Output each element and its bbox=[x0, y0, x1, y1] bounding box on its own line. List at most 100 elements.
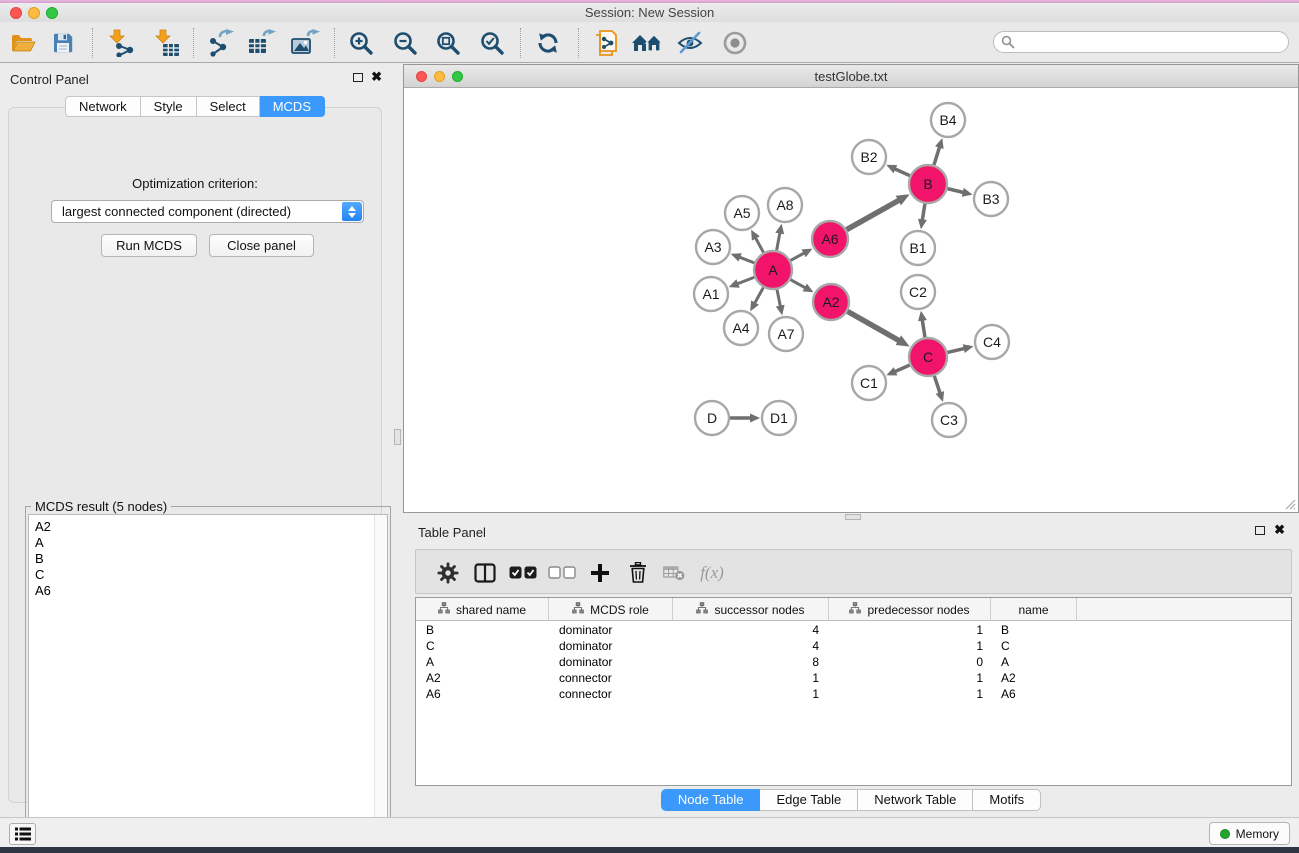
zoom-selected-icon[interactable] bbox=[473, 26, 511, 60]
node-A[interactable]: A bbox=[754, 251, 792, 289]
float-panel-icon[interactable] bbox=[353, 73, 363, 82]
edge-A-A8[interactable] bbox=[775, 224, 784, 251]
cell-mcds-role[interactable]: dominator bbox=[549, 622, 673, 638]
tab-mcds[interactable]: MCDS bbox=[260, 96, 325, 117]
edge-D-D1[interactable] bbox=[730, 414, 760, 423]
cell-shared-name[interactable]: A6 bbox=[416, 686, 549, 702]
cell-predecessor-nodes[interactable]: 1 bbox=[829, 686, 991, 702]
cell-name[interactable]: B bbox=[991, 622, 1077, 638]
network-window-titlebar[interactable]: testGlobe.txt bbox=[404, 65, 1298, 88]
node-A6[interactable]: A6 bbox=[812, 221, 848, 257]
cell-successor-nodes[interactable]: 4 bbox=[673, 622, 829, 638]
cell-name[interactable]: A bbox=[991, 654, 1077, 670]
cell-successor-nodes[interactable]: 4 bbox=[673, 638, 829, 654]
settings-gear-icon[interactable] bbox=[430, 550, 466, 595]
node-A4[interactable]: A4 bbox=[724, 311, 758, 345]
edge-A-A2[interactable] bbox=[791, 280, 814, 293]
split-panel-icon[interactable] bbox=[467, 550, 503, 595]
criterion-dropdown[interactable]: largest connected component (directed) bbox=[51, 200, 364, 223]
cell-successor-nodes[interactable]: 1 bbox=[673, 670, 829, 686]
node-A8[interactable]: A8 bbox=[768, 188, 802, 222]
cell-shared-name[interactable]: A bbox=[416, 654, 549, 670]
cell-predecessor-nodes[interactable]: 1 bbox=[829, 670, 991, 686]
select-all-icon[interactable] bbox=[505, 550, 541, 595]
edge-B-B3[interactable] bbox=[947, 188, 972, 197]
cell-name[interactable]: A2 bbox=[991, 670, 1077, 686]
cell-mcds-role[interactable]: connector bbox=[549, 670, 673, 686]
save-session-icon[interactable] bbox=[44, 26, 82, 60]
delete-columns-icon[interactable] bbox=[620, 550, 656, 595]
cell-shared-name[interactable]: A2 bbox=[416, 670, 549, 686]
float-table-panel-icon[interactable] bbox=[1255, 526, 1265, 535]
tab-style[interactable]: Style bbox=[141, 96, 197, 117]
column-header-mcds-role[interactable]: MCDS role bbox=[549, 598, 673, 621]
deselect-all-icon[interactable] bbox=[544, 550, 580, 595]
duplicate-view-icon[interactable] bbox=[586, 26, 624, 60]
edge-B-B1[interactable] bbox=[918, 204, 927, 229]
zoom-fit-icon[interactable] bbox=[429, 26, 467, 60]
task-history-button[interactable] bbox=[9, 823, 36, 845]
refresh-icon[interactable] bbox=[529, 26, 567, 60]
export-table-icon[interactable] bbox=[243, 26, 281, 60]
cell-mcds-role[interactable]: dominator bbox=[549, 638, 673, 654]
delete-table-icon[interactable] bbox=[656, 550, 692, 595]
tab-network-table[interactable]: Network Table bbox=[858, 789, 973, 811]
column-header-shared-name[interactable]: shared name bbox=[416, 598, 549, 621]
node-C2[interactable]: C2 bbox=[901, 275, 935, 309]
tab-node-table[interactable]: Node Table bbox=[661, 789, 761, 811]
edge-A-A3[interactable] bbox=[731, 253, 755, 263]
edge-A-A6[interactable] bbox=[791, 249, 813, 261]
table-row-A6[interactable]: A6connector11A6 bbox=[416, 686, 1291, 702]
edge-C-C2[interactable] bbox=[918, 311, 927, 337]
export-image-icon[interactable] bbox=[286, 26, 324, 60]
edge-A-A5[interactable] bbox=[751, 230, 763, 253]
import-table-icon[interactable] bbox=[147, 26, 185, 60]
node-C3[interactable]: C3 bbox=[932, 403, 966, 437]
edge-A-A7[interactable] bbox=[776, 290, 785, 316]
table-row-A[interactable]: Adominator80A bbox=[416, 654, 1291, 670]
cell-mcds-role[interactable]: dominator bbox=[549, 654, 673, 670]
node-C4[interactable]: C4 bbox=[975, 325, 1009, 359]
mcds-result-item[interactable]: A bbox=[29, 535, 387, 551]
node-A5[interactable]: A5 bbox=[725, 196, 759, 230]
close-panel-button[interactable]: Close panel bbox=[209, 234, 314, 257]
view-home-icon[interactable] bbox=[628, 26, 666, 60]
cell-mcds-role[interactable]: connector bbox=[549, 686, 673, 702]
panel-divider-handle[interactable] bbox=[394, 429, 401, 445]
cell-shared-name[interactable]: B bbox=[416, 622, 549, 638]
column-header-successor-nodes[interactable]: successor nodes bbox=[673, 598, 829, 621]
edge-A-A4[interactable] bbox=[750, 288, 763, 312]
column-header-name[interactable]: name bbox=[991, 598, 1077, 621]
memory-button[interactable]: Memory bbox=[1209, 822, 1290, 845]
mcds-result-item[interactable]: C bbox=[29, 567, 387, 583]
resize-grip-icon[interactable] bbox=[1282, 496, 1296, 510]
edge-B-B2[interactable] bbox=[886, 165, 910, 176]
table-row-A2[interactable]: A2connector11A2 bbox=[416, 670, 1291, 686]
mcds-result-item[interactable]: B bbox=[29, 551, 387, 567]
network-canvas[interactable]: B4B2BB3A8A5A6B1A3AA1C2A2A4A7C4CC1C3DD1 bbox=[404, 88, 1298, 512]
node-A2[interactable]: A2 bbox=[813, 284, 849, 320]
close-panel-icon[interactable]: ✖ bbox=[371, 72, 382, 82]
cell-name[interactable]: C bbox=[991, 638, 1077, 654]
node-B4[interactable]: B4 bbox=[931, 103, 965, 137]
edge-A-A1[interactable] bbox=[729, 277, 755, 287]
node-A7[interactable]: A7 bbox=[769, 317, 803, 351]
cell-predecessor-nodes[interactable]: 1 bbox=[829, 638, 991, 654]
table-row-B[interactable]: Bdominator41B bbox=[416, 622, 1291, 638]
node-B3[interactable]: B3 bbox=[974, 182, 1008, 216]
tab-network[interactable]: Network bbox=[65, 96, 141, 117]
run-mcds-button[interactable]: Run MCDS bbox=[101, 234, 197, 257]
tab-edge-table[interactable]: Edge Table bbox=[760, 789, 858, 811]
cell-shared-name[interactable]: C bbox=[416, 638, 549, 654]
node-C[interactable]: C bbox=[909, 338, 947, 376]
close-table-panel-icon[interactable]: ✖ bbox=[1274, 525, 1285, 535]
scrollbar[interactable] bbox=[374, 515, 387, 836]
node-D[interactable]: D bbox=[695, 401, 729, 435]
cell-predecessor-nodes[interactable]: 0 bbox=[829, 654, 991, 670]
mcds-result-list[interactable]: A2ABCA6 bbox=[28, 514, 388, 837]
create-column-icon[interactable] bbox=[582, 550, 618, 595]
node-A1[interactable]: A1 bbox=[694, 277, 728, 311]
mcds-result-item[interactable]: A6 bbox=[29, 583, 387, 599]
cell-name[interactable]: A6 bbox=[991, 686, 1077, 702]
node-A3[interactable]: A3 bbox=[696, 230, 730, 264]
